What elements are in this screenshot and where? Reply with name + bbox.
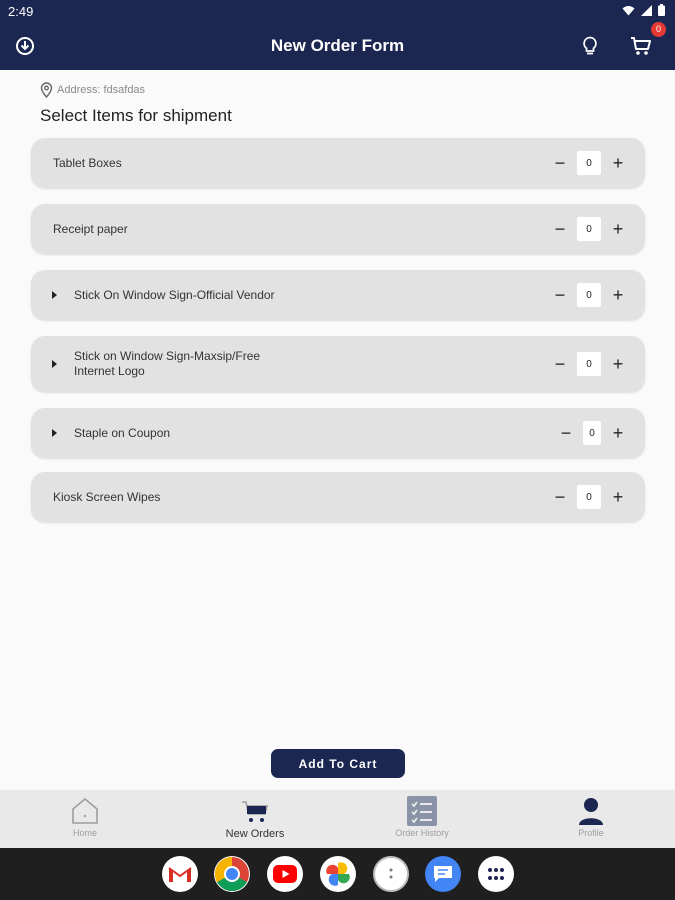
quantity-field[interactable]: 0 [583,421,601,445]
quantity-stepper: − 0 + [553,217,625,241]
item-label: Stick On Window Sign-Official Vendor [74,288,275,302]
quantity-field[interactable]: 0 [577,217,601,241]
wifi-icon [622,5,635,15]
signal-icon [641,4,652,16]
decrement-button[interactable]: − [553,355,567,373]
gmail-icon[interactable] [162,856,198,892]
page-title: New Order Form [270,36,405,55]
app-drawer-icon[interactable] [478,856,514,892]
cart-badge: 0 [651,22,666,37]
messages-icon[interactable] [425,856,461,892]
quantity-stepper: − 0 + [553,283,625,307]
nav-item-profile[interactable]: Profile [506,790,675,848]
cart-button[interactable] [629,34,653,58]
home-icon [70,796,100,826]
quantity-stepper: − 0 + [553,151,625,175]
nav-label: Order History [395,828,449,838]
battery-icon [658,4,665,16]
item-label: Staple on Coupon [74,426,171,440]
quantity-field[interactable]: 0 [577,352,601,376]
checklist-icon [406,796,438,826]
decrement-button[interactable]: − [553,286,567,304]
item-row-window-sign-official: Stick On Window Sign-Official Vendor − 0… [31,270,645,320]
decrement-button[interactable]: − [559,424,573,442]
location-pin-icon [40,82,53,98]
status-icons [622,4,665,16]
quantity-field[interactable]: 0 [577,485,601,509]
decrement-button[interactable]: − [553,488,567,506]
address-row: Address: fdsafdas [40,82,145,98]
tips-button[interactable] [578,34,602,58]
app-bar: New Order Form [0,22,675,70]
increment-button[interactable]: + [611,286,625,304]
increment-button[interactable]: + [611,424,625,442]
cart-icon [240,796,270,826]
item-row-window-sign-maxsip: Stick on Window Sign-Maxsip/Free Interne… [31,336,645,392]
item-label: Tablet Boxes [53,156,122,170]
item-row-receipt-paper: Receipt paper − 0 + [31,204,645,254]
increment-button[interactable]: + [611,220,625,238]
bottom-navigation: Home New Orders Order History Profile [0,790,675,848]
status-bar: 2:49 [0,0,675,22]
item-label: Kiosk Screen Wipes [53,490,161,504]
add-to-cart-button[interactable]: Add To Cart [271,749,405,778]
nav-label: Profile [578,828,604,838]
system-dock [0,848,675,900]
person-icon [578,796,604,826]
item-row-staple-coupon: Staple on Coupon − 0 + [31,408,645,458]
quantity-field[interactable]: 0 [577,151,601,175]
assistant-icon[interactable] [373,856,409,892]
item-label: Receipt paper [53,222,128,236]
increment-button[interactable]: + [611,154,625,172]
expand-arrow-icon[interactable] [52,429,57,437]
section-title: Select Items for shipment [40,106,232,125]
quantity-stepper: − 0 + [553,485,625,509]
item-label-line1: Stick on Window Sign-Maxsip/Free [74,349,261,363]
photos-icon[interactable] [320,856,356,892]
nav-label: New Orders [225,828,285,840]
increment-button[interactable]: + [611,355,625,373]
expand-arrow-icon[interactable] [52,360,57,368]
nav-item-home[interactable]: Home [0,790,170,848]
lightbulb-icon [583,36,597,55]
item-label-line2: Internet Logo [74,364,145,378]
cart-icon [631,37,651,55]
decrement-button[interactable]: − [553,154,567,172]
status-time: 2:49 [8,4,34,19]
nav-item-new-orders[interactable]: New Orders [170,790,340,848]
decrement-button[interactable]: − [553,220,567,238]
quantity-field[interactable]: 0 [577,283,601,307]
quantity-stepper: − 0 + [559,421,625,445]
nav-label: Home [72,828,97,838]
chrome-icon[interactable] [214,856,250,892]
item-row-kiosk-wipes: Kiosk Screen Wipes − 0 + [31,472,645,522]
quantity-stepper: − 0 + [553,352,625,376]
nav-item-order-history[interactable]: Order History [337,790,507,848]
youtube-icon[interactable] [267,856,303,892]
address-text: Address: fdsafdas [57,84,146,96]
expand-arrow-icon[interactable] [52,291,57,299]
item-row-tablet-boxes: Tablet Boxes − 0 + [31,138,645,188]
increment-button[interactable]: + [611,488,625,506]
